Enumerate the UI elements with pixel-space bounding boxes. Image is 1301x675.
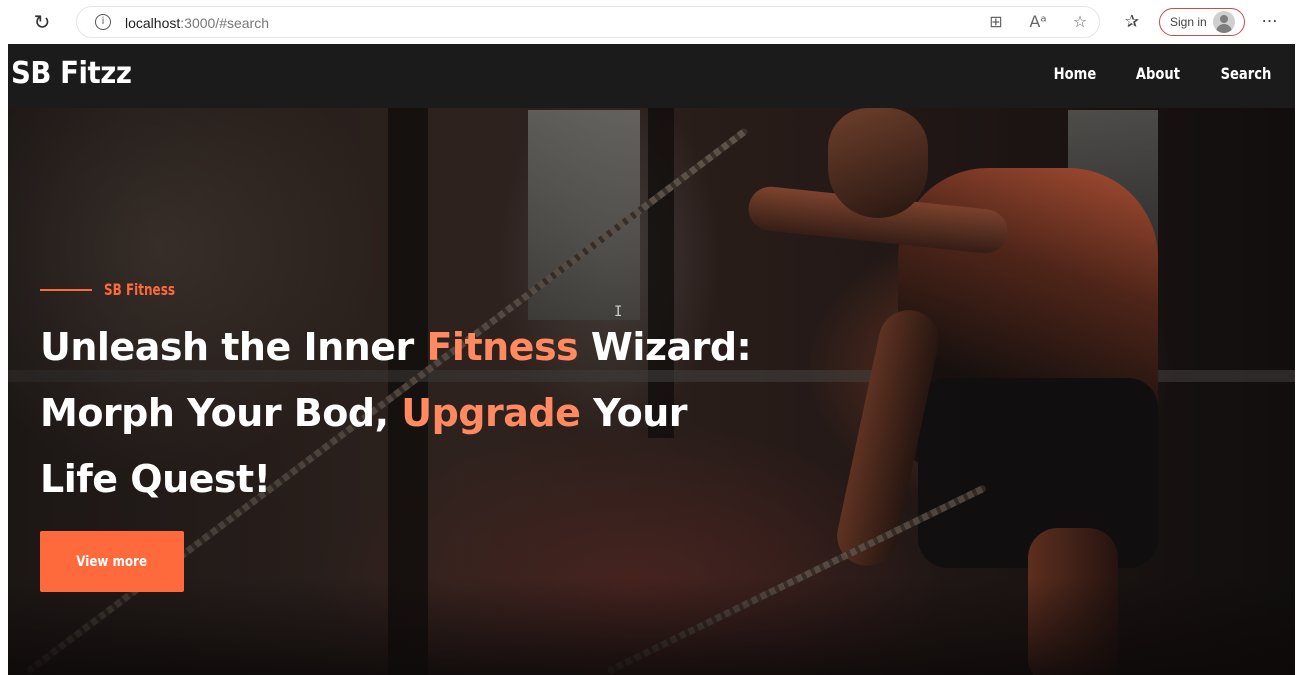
site-brand-logo[interactable]: SB Fitzz bbox=[11, 56, 132, 91]
headline-text: Morph Your Bod, bbox=[40, 391, 402, 435]
headline-accent-word: Upgrade bbox=[401, 391, 581, 435]
reload-icon[interactable]: ↻ bbox=[30, 10, 54, 34]
sign-in-label: Sign in bbox=[1170, 15, 1207, 29]
url-path: :3000/#search bbox=[180, 15, 269, 31]
sign-in-button[interactable]: Sign in bbox=[1159, 8, 1245, 36]
favorite-star-icon[interactable]: ☆ bbox=[1069, 11, 1091, 33]
nav-links: Home About Search bbox=[1049, 64, 1277, 83]
eyebrow-divider bbox=[40, 288, 92, 291]
headline-text: Your bbox=[580, 391, 688, 435]
headline-accent-word: Fitness bbox=[426, 325, 579, 369]
hero-section: SB Fitness Unleash the Inner Fitness Wiz… bbox=[8, 108, 1295, 675]
more-menu-icon[interactable]: ⋯ bbox=[1258, 10, 1282, 34]
profile-avatar-icon bbox=[1212, 11, 1235, 33]
nav-link-about[interactable]: About bbox=[1136, 64, 1180, 83]
view-more-button[interactable]: View more bbox=[40, 531, 184, 592]
headline-line-3: Life Quest! bbox=[40, 457, 271, 501]
site-navbar: SB Fitzz Home About Search bbox=[8, 44, 1295, 108]
favorites-bar-icon[interactable]: ✰ bbox=[1120, 10, 1144, 34]
url-host: localhost bbox=[125, 15, 181, 31]
app-grid-icon[interactable]: ⊞ bbox=[985, 11, 1007, 33]
url-text[interactable]: localhost:3000/#search bbox=[125, 15, 269, 31]
address-bar[interactable]: i localhost:3000/#search ⊞ Aᵃ ☆ bbox=[76, 6, 1100, 38]
headline-line-2: Morph Your Bod, Upgrade Your bbox=[40, 380, 800, 446]
read-aloud-icon[interactable]: Aᵃ bbox=[1027, 11, 1049, 33]
text-cursor-icon: I bbox=[614, 304, 623, 320]
headline-text: Unleash the Inner bbox=[40, 325, 427, 369]
nav-link-home[interactable]: Home bbox=[1054, 64, 1097, 83]
hero-eyebrow: SB Fitness bbox=[40, 280, 199, 299]
info-icon[interactable]: i bbox=[95, 14, 111, 30]
nav-link-search[interactable]: Search bbox=[1221, 64, 1272, 83]
headline-text: Wizard: bbox=[578, 325, 752, 369]
eyebrow-text: SB Fitness bbox=[104, 280, 175, 299]
view-more-label: View more bbox=[76, 553, 148, 570]
browser-toolbar: ↻ i localhost:3000/#search ⊞ Aᵃ ☆ ✰ Sign… bbox=[0, 0, 1301, 44]
hero-headline: Unleash the Inner Fitness Wizard: Morph … bbox=[40, 314, 800, 512]
address-bar-actions: ⊞ Aᵃ ☆ bbox=[985, 11, 1091, 33]
headline-line-1: Unleash the Inner Fitness Wizard: bbox=[40, 314, 800, 380]
